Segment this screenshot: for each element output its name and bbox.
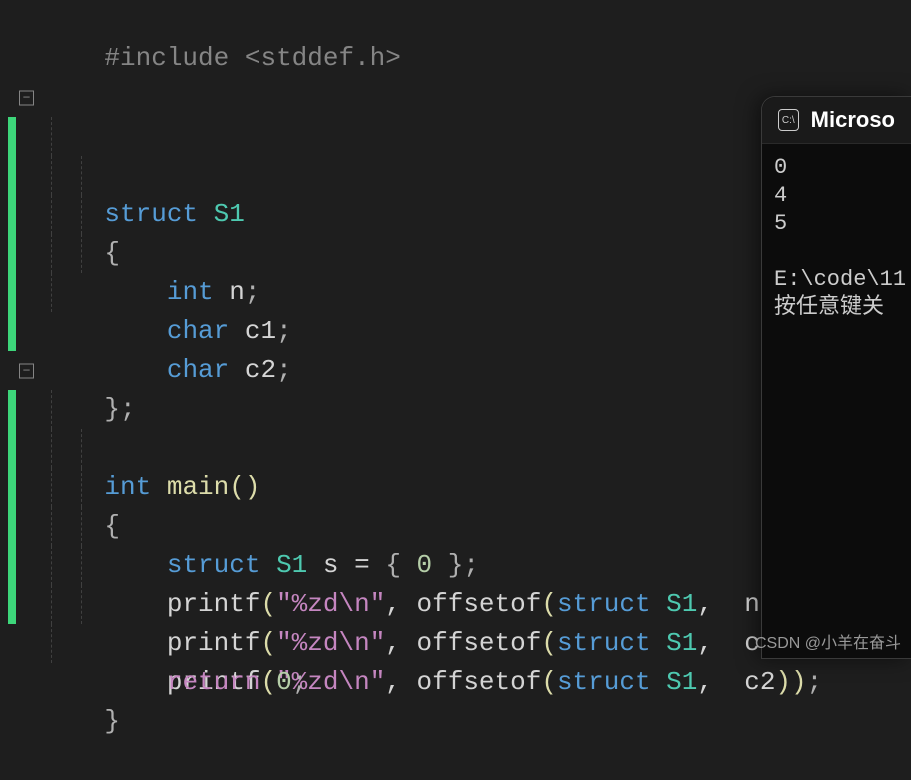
- terminal-icon: C:\: [778, 109, 799, 131]
- brace-close: }: [104, 706, 120, 736]
- output-prompt: 按任意键关: [774, 295, 884, 320]
- console-titlebar[interactable]: C:\ Microso: [762, 97, 911, 144]
- code-line[interactable]: #include <stddef.h>: [8, 0, 911, 39]
- output-line: 5: [774, 211, 787, 236]
- output-line: 4: [774, 183, 787, 208]
- fold-toggle-icon[interactable]: −: [19, 363, 34, 378]
- code-line[interactable]: [8, 39, 911, 78]
- number-literal: 0: [260, 667, 291, 697]
- keyword-return: return: [167, 667, 261, 697]
- console-title: Microso: [811, 107, 895, 133]
- console-window[interactable]: C:\ Microso 0 4 5 E:\code\11 按任意键关: [761, 96, 911, 659]
- console-output[interactable]: 0 4 5 E:\code\11 按任意键关: [762, 144, 911, 332]
- macro-call: offsetof: [417, 667, 542, 697]
- output-path: E:\code\11: [774, 267, 906, 292]
- watermark-text: CSDN @小羊在奋斗: [755, 629, 901, 653]
- fold-toggle-icon[interactable]: −: [19, 90, 34, 105]
- output-line: 0: [774, 155, 787, 180]
